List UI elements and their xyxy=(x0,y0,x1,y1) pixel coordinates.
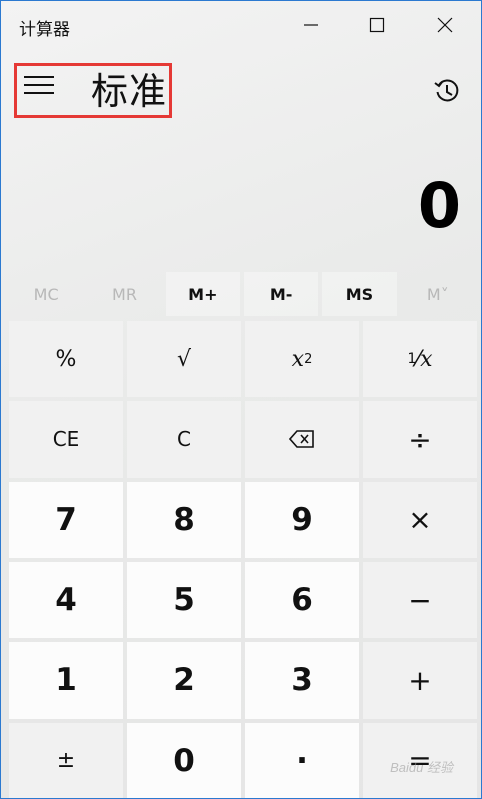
digit-8-button[interactable]: 8 xyxy=(127,481,241,558)
digit-3-button[interactable]: 3 xyxy=(245,642,359,719)
memory-clear-button[interactable]: MC xyxy=(9,272,83,316)
backspace-icon xyxy=(289,430,314,449)
close-icon xyxy=(437,17,453,33)
reciprocal-denominator: x xyxy=(420,346,433,372)
clear-button[interactable]: C xyxy=(127,401,241,478)
reciprocal-button[interactable]: 1 ⁄ x xyxy=(363,321,477,398)
watermark: Baidu 经验 xyxy=(390,760,453,775)
calculator-window: 计算器 标准 0 MC MR M+ M- MS M˅ % √ x 2 1 ⁄ x… xyxy=(0,0,482,799)
divide-button[interactable]: ÷ xyxy=(363,401,477,478)
decimal-button[interactable]: · xyxy=(245,722,359,798)
memory-recall-button[interactable]: MR xyxy=(87,272,161,316)
memory-store-button[interactable]: MS xyxy=(322,272,397,316)
memory-subtract-button[interactable]: M- xyxy=(243,272,319,316)
history-button[interactable] xyxy=(429,73,465,109)
plus-button[interactable]: + xyxy=(363,642,477,719)
maximize-icon xyxy=(369,17,385,33)
square-button[interactable]: x2 xyxy=(245,321,359,398)
digit-2-button[interactable]: 2 xyxy=(127,642,241,719)
minimize-icon xyxy=(304,24,318,26)
app-title: 计算器 xyxy=(19,20,70,40)
square-root-button[interactable]: √ xyxy=(127,321,241,398)
digit-1-button[interactable]: 1 xyxy=(9,642,123,719)
history-icon xyxy=(434,79,459,102)
title-bar[interactable]: 计算器 xyxy=(1,1,481,49)
digit-4-button[interactable]: 4 xyxy=(9,562,123,639)
digit-0-button[interactable]: 0 xyxy=(127,722,241,798)
backspace-button[interactable] xyxy=(245,401,359,478)
close-button[interactable] xyxy=(411,1,479,49)
digit-6-button[interactable]: 6 xyxy=(245,562,359,639)
memory-list-button[interactable]: M˅ xyxy=(401,272,475,316)
memory-add-button[interactable]: M+ xyxy=(165,272,240,316)
square-exponent: 2 xyxy=(304,351,313,367)
digit-9-button[interactable]: 9 xyxy=(245,481,359,558)
navigation-menu-button[interactable] xyxy=(19,65,59,105)
mode-title: 标准 xyxy=(91,70,167,113)
digit-5-button[interactable]: 5 xyxy=(127,562,241,639)
memory-row: MC MR M+ M- MS M˅ xyxy=(7,272,477,316)
maximize-button[interactable] xyxy=(343,1,411,49)
minus-button[interactable]: − xyxy=(363,562,477,639)
negate-button[interactable]: ± xyxy=(9,722,123,798)
square-base: x xyxy=(291,346,305,372)
result-display: 0 xyxy=(417,169,461,242)
digit-7-button[interactable]: 7 xyxy=(9,481,123,558)
hamburger-menu-icon xyxy=(24,76,54,94)
percent-button[interactable]: % xyxy=(9,321,123,398)
minimize-button[interactable] xyxy=(277,1,345,49)
clear-entry-button[interactable]: CE xyxy=(9,401,123,478)
keypad: % √ x2 1⁄x CE C ÷ 7 8 9 × 4 5 6 − 1 2 xyxy=(9,321,477,798)
multiply-button[interactable]: × xyxy=(363,481,477,558)
